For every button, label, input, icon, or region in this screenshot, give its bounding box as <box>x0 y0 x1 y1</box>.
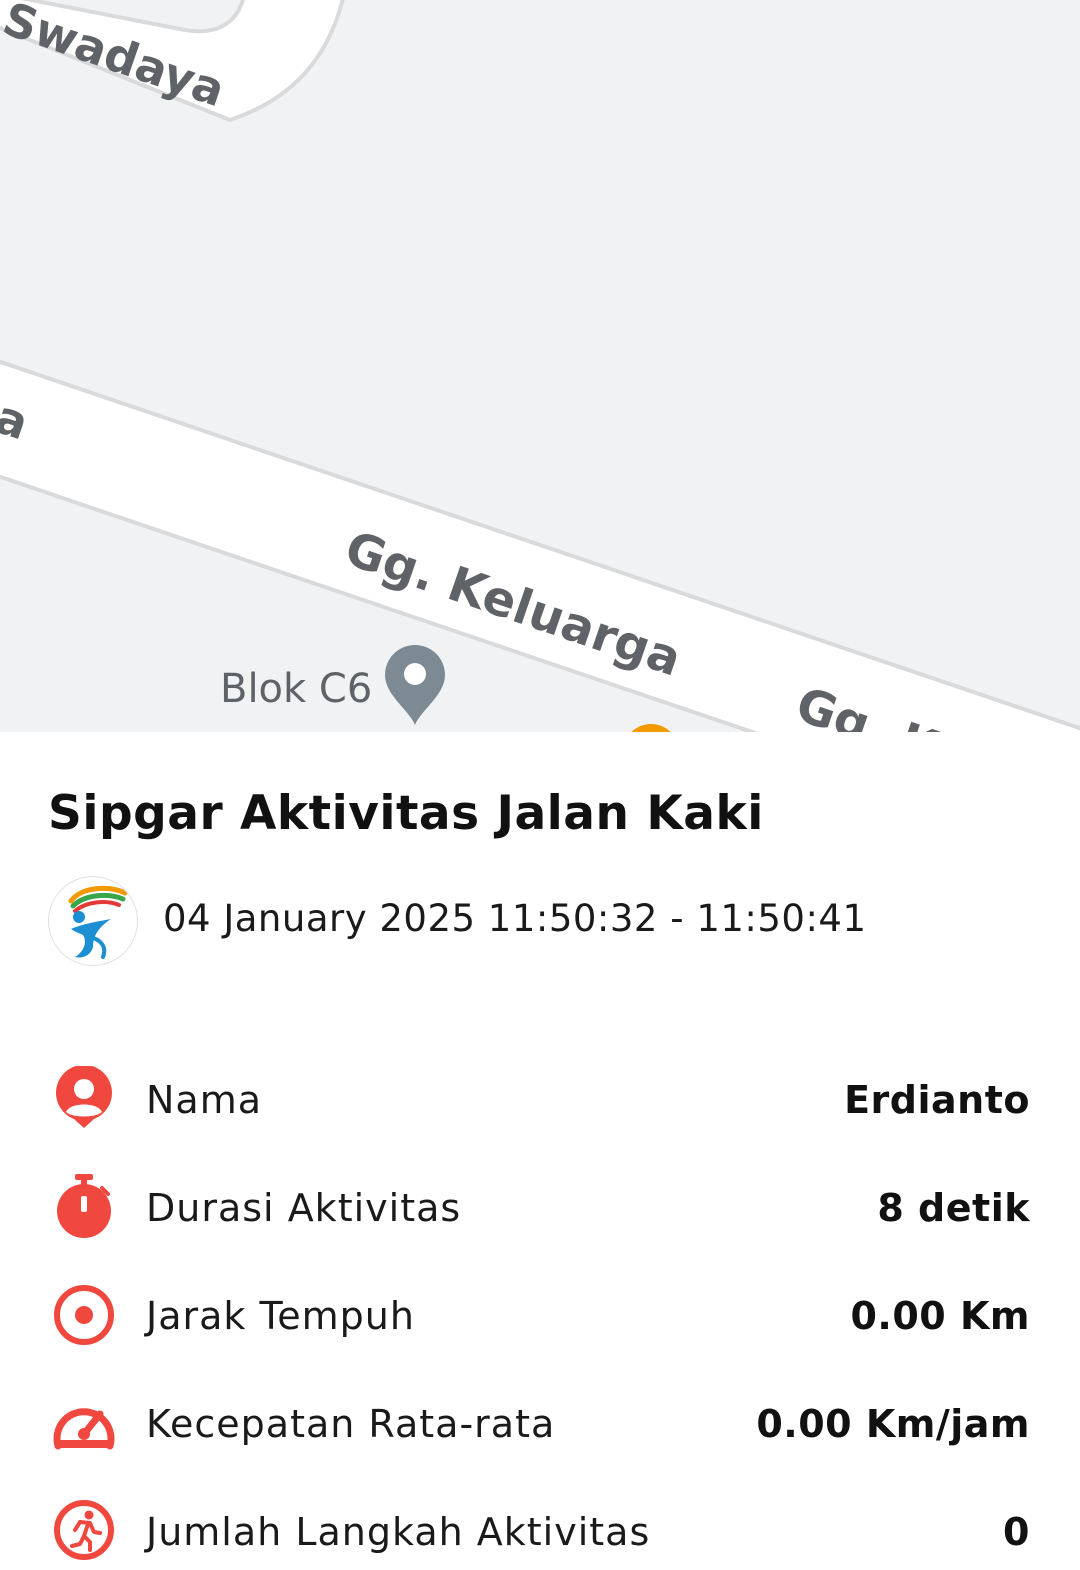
road-gg-keluarga <box>0 359 1080 732</box>
walking-person-icon <box>50 1498 118 1566</box>
place-label-blok-c6[interactable]: Blok C6 <box>220 666 372 712</box>
detail-row-durasi: Durasi Aktivitas 8 detik <box>0 1174 1080 1244</box>
detail-label-jarak: Jarak Tempuh <box>146 1294 415 1338</box>
detail-value-jarak: 0.00 Km <box>850 1294 1030 1338</box>
map-pin-icon[interactable] <box>385 645 445 725</box>
detail-value-langkah: 0 <box>1003 1510 1030 1554</box>
detail-row-jarak: Jarak Tempuh 0.00 Km <box>0 1282 1080 1352</box>
sipgar-logo-icon <box>48 876 138 966</box>
detail-value-kecepatan: 0.00 Km/jam <box>756 1402 1030 1446</box>
activity-title: Sipgar Aktivitas Jalan Kaki <box>48 786 764 841</box>
detail-label-kecepatan: Kecepatan Rata-rata <box>146 1402 556 1446</box>
speedometer-icon <box>50 1390 118 1458</box>
map-canvas: Swadaya a Gg. Keluarga Gg. K Blok C6 <box>0 0 1080 732</box>
detail-row-kecepatan: Kecepatan Rata-rata 0.00 Km/jam <box>0 1390 1080 1460</box>
target-icon <box>50 1282 118 1350</box>
detail-row-langkah: Jumlah Langkah Aktivitas 0 <box>0 1498 1080 1568</box>
detail-label-durasi: Durasi Aktivitas <box>146 1186 462 1230</box>
map-view[interactable]: Swadaya a Gg. Keluarga Gg. K Blok C6 <box>0 0 1080 732</box>
detail-value-nama: Erdianto <box>844 1078 1030 1122</box>
detail-value-durasi: 8 detik <box>877 1186 1030 1230</box>
detail-row-nama: Nama Erdianto <box>0 1064 1080 1136</box>
activity-datetime: 04 January 2025 11:50:32 - 11:50:41 <box>163 897 867 940</box>
poi-marker[interactable] <box>623 724 679 732</box>
user-pin-icon <box>50 1064 118 1134</box>
detail-label-nama: Nama <box>146 1078 263 1122</box>
stopwatch-icon <box>50 1174 118 1242</box>
detail-label-langkah: Jumlah Langkah Aktivitas <box>146 1510 651 1554</box>
